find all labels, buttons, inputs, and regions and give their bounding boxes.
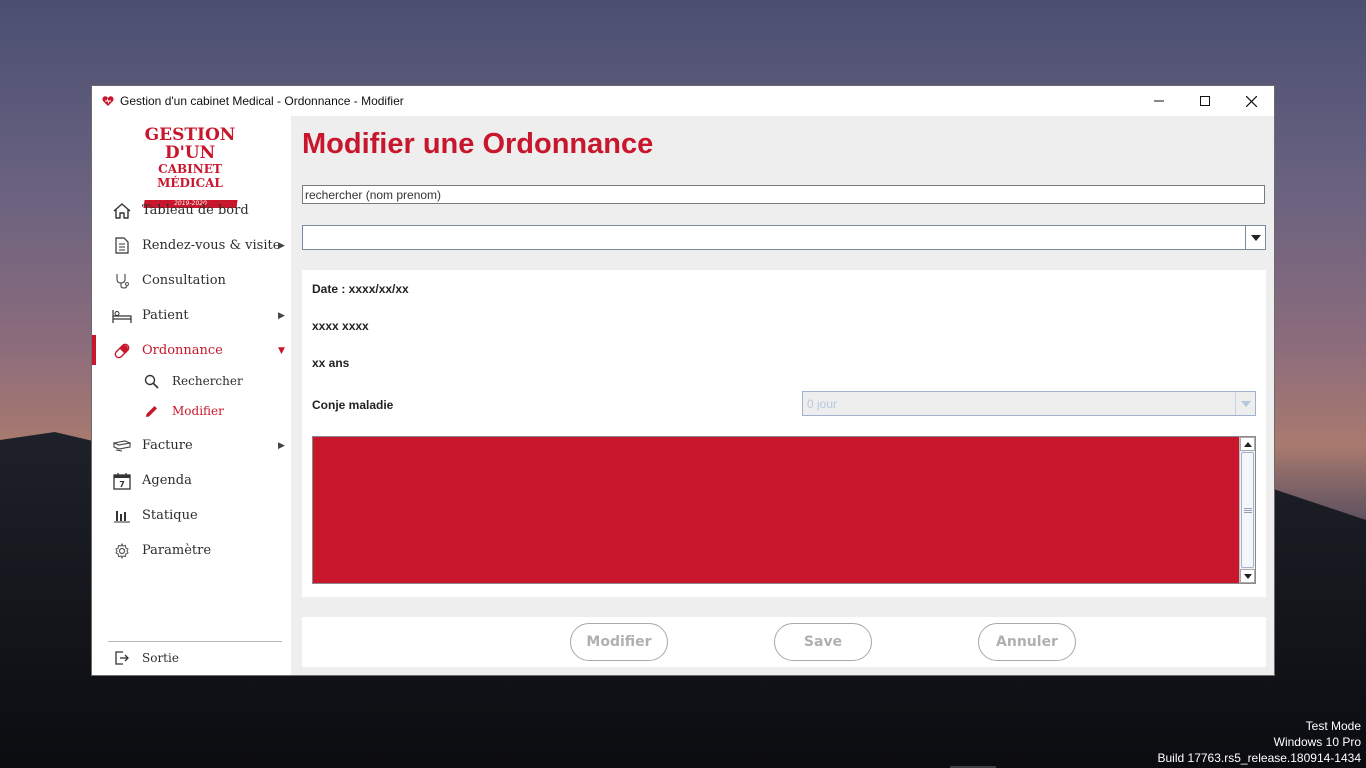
sidebar-item-label: Patient bbox=[142, 308, 189, 323]
maximize-icon bbox=[1200, 96, 1210, 106]
chevron-down-icon bbox=[1240, 400, 1251, 407]
pencil-icon bbox=[143, 403, 159, 419]
title-bar: Gestion d'un cabinet Medical - Ordonnanc… bbox=[92, 86, 1274, 116]
scroll-thumb[interactable] bbox=[1241, 452, 1254, 568]
conje-value: 0 jour bbox=[807, 397, 838, 411]
conje-label: Conje maladie bbox=[312, 398, 394, 412]
search-icon bbox=[143, 373, 159, 389]
sidebar-item-label: Rendez-vous & visite bbox=[142, 238, 281, 253]
sidebar-item-tableau-de-bord[interactable]: Tableau de bord bbox=[92, 193, 291, 228]
save-button[interactable]: Save bbox=[774, 623, 872, 661]
arrow-up-icon bbox=[1243, 441, 1252, 447]
sidebar-item-label: Facture bbox=[142, 438, 193, 453]
stethoscope-icon bbox=[112, 271, 132, 291]
scroll-down-button[interactable] bbox=[1240, 569, 1255, 583]
calendar-icon: 7 bbox=[112, 471, 132, 491]
chevron-down-icon: ▼ bbox=[278, 345, 285, 356]
home-icon bbox=[112, 201, 132, 221]
sidebar-item-rendez-vous[interactable]: Rendez-vous & visite ▶ bbox=[92, 228, 291, 263]
sidebar-item-label: Ordonnance bbox=[142, 343, 223, 358]
sidebar-item-label: Statique bbox=[142, 508, 198, 523]
sidebar-item-label: Sortie bbox=[142, 650, 179, 665]
conje-select[interactable]: 0 jour bbox=[802, 391, 1256, 416]
sidebar-item-patient[interactable]: Patient ▶ bbox=[92, 298, 291, 333]
calendar-day: 7 bbox=[119, 480, 125, 489]
chevron-down-icon bbox=[1250, 234, 1261, 241]
logo-line2: CABINET MÉDICAL bbox=[157, 162, 223, 190]
sidebar-subitem-modifier[interactable]: Modifier bbox=[92, 397, 291, 425]
window-title: Gestion d'un cabinet Medical - Ordonnanc… bbox=[120, 94, 404, 108]
watermark-line1: Test Mode bbox=[1305, 719, 1361, 733]
sidebar-subitem-label: Modifier bbox=[172, 404, 224, 418]
sidebar-subitem-label: Rechercher bbox=[172, 374, 243, 388]
exit-icon bbox=[112, 648, 132, 668]
search-input[interactable] bbox=[302, 185, 1265, 204]
app-heart-icon bbox=[102, 95, 114, 107]
grip-icon bbox=[1243, 507, 1252, 513]
sidebar-item-parametre[interactable]: Paramètre bbox=[92, 533, 291, 568]
conje-dropdown-button[interactable] bbox=[1235, 392, 1255, 415]
logo: GESTION D'UN CABINET MÉDICAL 2019-2020 bbox=[125, 125, 255, 208]
sidebar-item-consultation[interactable]: Consultation bbox=[92, 263, 291, 298]
bar-chart-icon bbox=[112, 506, 132, 526]
patient-name: xxxx xxxx bbox=[312, 319, 369, 333]
chevron-right-icon: ▶ bbox=[278, 310, 285, 321]
scroll-up-button[interactable] bbox=[1240, 437, 1255, 451]
sidebar-item-facture[interactable]: Facture ▶ bbox=[92, 428, 291, 463]
date-label: Date : xxxx/xx/xx bbox=[312, 282, 409, 296]
close-button[interactable] bbox=[1228, 86, 1274, 116]
sidebar-item-label: Tableau de bord bbox=[142, 203, 249, 218]
patient-age: xx ans bbox=[312, 356, 350, 370]
annuler-button[interactable]: Annuler bbox=[978, 623, 1076, 661]
sidebar-item-sortie[interactable]: Sortie bbox=[92, 640, 291, 675]
maximize-button[interactable] bbox=[1182, 86, 1228, 116]
page-title: Modifier une Ordonnance bbox=[302, 128, 654, 160]
vertical-scrollbar[interactable] bbox=[1239, 437, 1255, 583]
sidebar-item-label: Agenda bbox=[142, 473, 192, 488]
close-icon bbox=[1245, 95, 1257, 107]
watermark-line3: Build 17763.rs5_release.180914-1434 bbox=[1157, 751, 1362, 765]
bed-icon bbox=[112, 306, 132, 326]
sidebar-item-label: Consultation bbox=[142, 273, 226, 288]
windows-watermark: Test Mode Windows 10 Pro Build 17763.rs5… bbox=[1158, 718, 1362, 766]
action-bar: Modifier Save Annuler bbox=[302, 617, 1266, 667]
ordonnance-select[interactable] bbox=[302, 225, 1266, 250]
pill-icon bbox=[112, 341, 132, 361]
minimize-icon bbox=[1154, 100, 1164, 102]
sidebar: GESTION D'UN CABINET MÉDICAL 2019-2020 T… bbox=[92, 116, 291, 675]
app-window: Gestion d'un cabinet Medical - Ordonnanc… bbox=[91, 85, 1275, 676]
chevron-right-icon: ▶ bbox=[278, 240, 285, 251]
logo-line1: GESTION D'UN bbox=[144, 125, 236, 163]
modifier-button[interactable]: Modifier bbox=[570, 623, 668, 661]
prescription-textarea[interactable] bbox=[312, 436, 1256, 584]
gear-icon bbox=[112, 541, 132, 561]
arrow-down-icon bbox=[1243, 573, 1252, 579]
money-icon bbox=[112, 436, 132, 456]
sidebar-item-label: Paramètre bbox=[142, 543, 212, 558]
main-panel: Modifier une Ordonnance Date : xxxx/xx/x… bbox=[291, 116, 1274, 675]
document-icon bbox=[112, 236, 132, 256]
dropdown-button[interactable] bbox=[1245, 226, 1265, 249]
sidebar-item-agenda[interactable]: 7 Agenda bbox=[92, 463, 291, 498]
chevron-right-icon: ▶ bbox=[278, 440, 285, 451]
sidebar-item-statique[interactable]: Statique bbox=[92, 498, 291, 533]
watermark-line2: Windows 10 Pro bbox=[1273, 735, 1361, 749]
minimize-button[interactable] bbox=[1136, 86, 1182, 116]
ordonnance-card: Date : xxxx/xx/xx xxxx xxxx xx ans Conje… bbox=[302, 270, 1266, 597]
sidebar-item-ordonnance[interactable]: Ordonnance ▼ bbox=[92, 333, 291, 368]
sidebar-subitem-rechercher[interactable]: Rechercher bbox=[92, 367, 291, 395]
